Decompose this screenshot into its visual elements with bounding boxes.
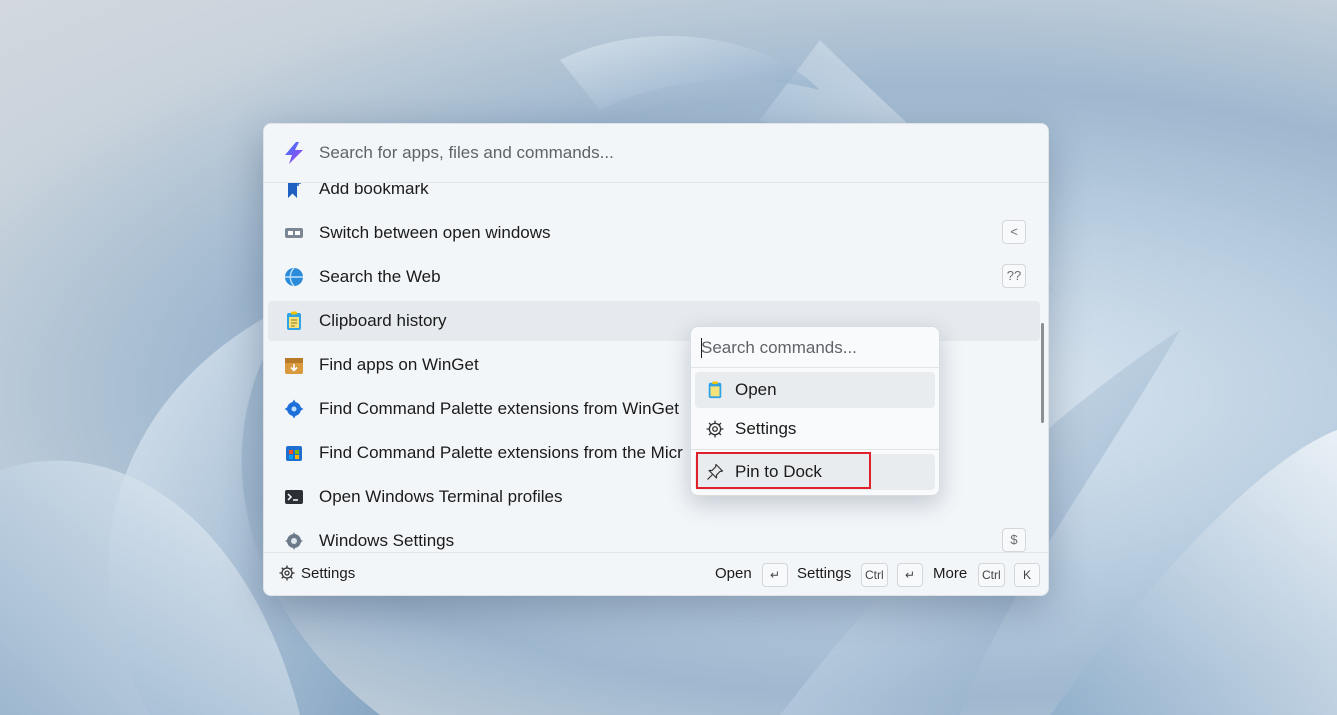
key-enter: ↵ [897, 563, 923, 587]
context-search-input[interactable]: Search commands... [701, 338, 857, 358]
footer-bar: Settings Open ↵ Settings Ctrl ↵ More Ctr… [264, 552, 1048, 595]
clipboard-icon [708, 381, 722, 399]
clipboard-icon [287, 311, 301, 330]
list-item-label: Add bookmark [319, 183, 429, 198]
list-item-label: Search the Web [319, 267, 441, 286]
footer-settings-button[interactable]: Settings [279, 565, 355, 582]
bookmark-add-icon [288, 183, 301, 198]
context-item-label: Settings [735, 419, 797, 438]
gear-icon [706, 420, 724, 438]
shortcut-badge: $ [1002, 528, 1026, 552]
hint-open-label[interactable]: Open [715, 565, 752, 582]
context-item-open[interactable]: Open [695, 372, 935, 408]
list-item-add-bookmark[interactable]: Add bookmark [268, 183, 1040, 209]
key-ctrl: Ctrl [861, 563, 888, 587]
search-bar[interactable]: Search for apps, files and commands... [264, 124, 1048, 183]
terminal-icon [285, 490, 303, 504]
footer-settings-label: Settings [301, 565, 356, 582]
context-item-label: Open [735, 380, 777, 399]
highlight-box [696, 452, 871, 489]
web-search-icon [285, 267, 303, 287]
windows-switch-icon [285, 228, 303, 238]
command-palette-logo-icon [285, 142, 303, 164]
list-item-label: Switch between open windows [319, 223, 551, 242]
list-item-label: Find Command Palette extensions from Win… [319, 399, 679, 418]
hint-more-label[interactable]: More [933, 565, 967, 582]
list-scrollbar[interactable] [1041, 323, 1044, 423]
list-item-search-web[interactable]: Search the Web ?? [268, 257, 1040, 297]
list-item-label: Windows Settings [319, 531, 455, 550]
context-search-bar[interactable]: Search commands... [691, 327, 939, 368]
shortcut-badge: < [1002, 220, 1026, 244]
list-item-switch-windows[interactable]: Switch between open windows < [268, 213, 1040, 253]
shortcut-badge: ?? [1002, 264, 1026, 288]
settings-icon [285, 532, 303, 550]
text-caret [701, 338, 702, 358]
key-ctrl: Ctrl [978, 563, 1005, 587]
store-icon [286, 446, 302, 461]
context-item-settings[interactable]: Settings [695, 411, 935, 447]
list-item-label: Find Command Palette extensions from the… [319, 443, 683, 462]
key-k: K [1014, 563, 1040, 587]
extension-gear-icon [284, 399, 304, 419]
list-item-windows-settings[interactable]: Windows Settings $ [268, 521, 1040, 552]
gear-icon [279, 565, 295, 581]
key-enter: ↵ [762, 563, 788, 587]
winget-package-icon [285, 358, 303, 374]
list-item-label: Clipboard history [319, 311, 447, 330]
list-item-label: Open Windows Terminal profiles [319, 487, 563, 506]
search-input[interactable]: Search for apps, files and commands... [319, 143, 614, 163]
divider [691, 449, 939, 450]
hint-settings-label[interactable]: Settings [797, 565, 851, 582]
list-item-label: Find apps on WinGet [319, 355, 479, 374]
